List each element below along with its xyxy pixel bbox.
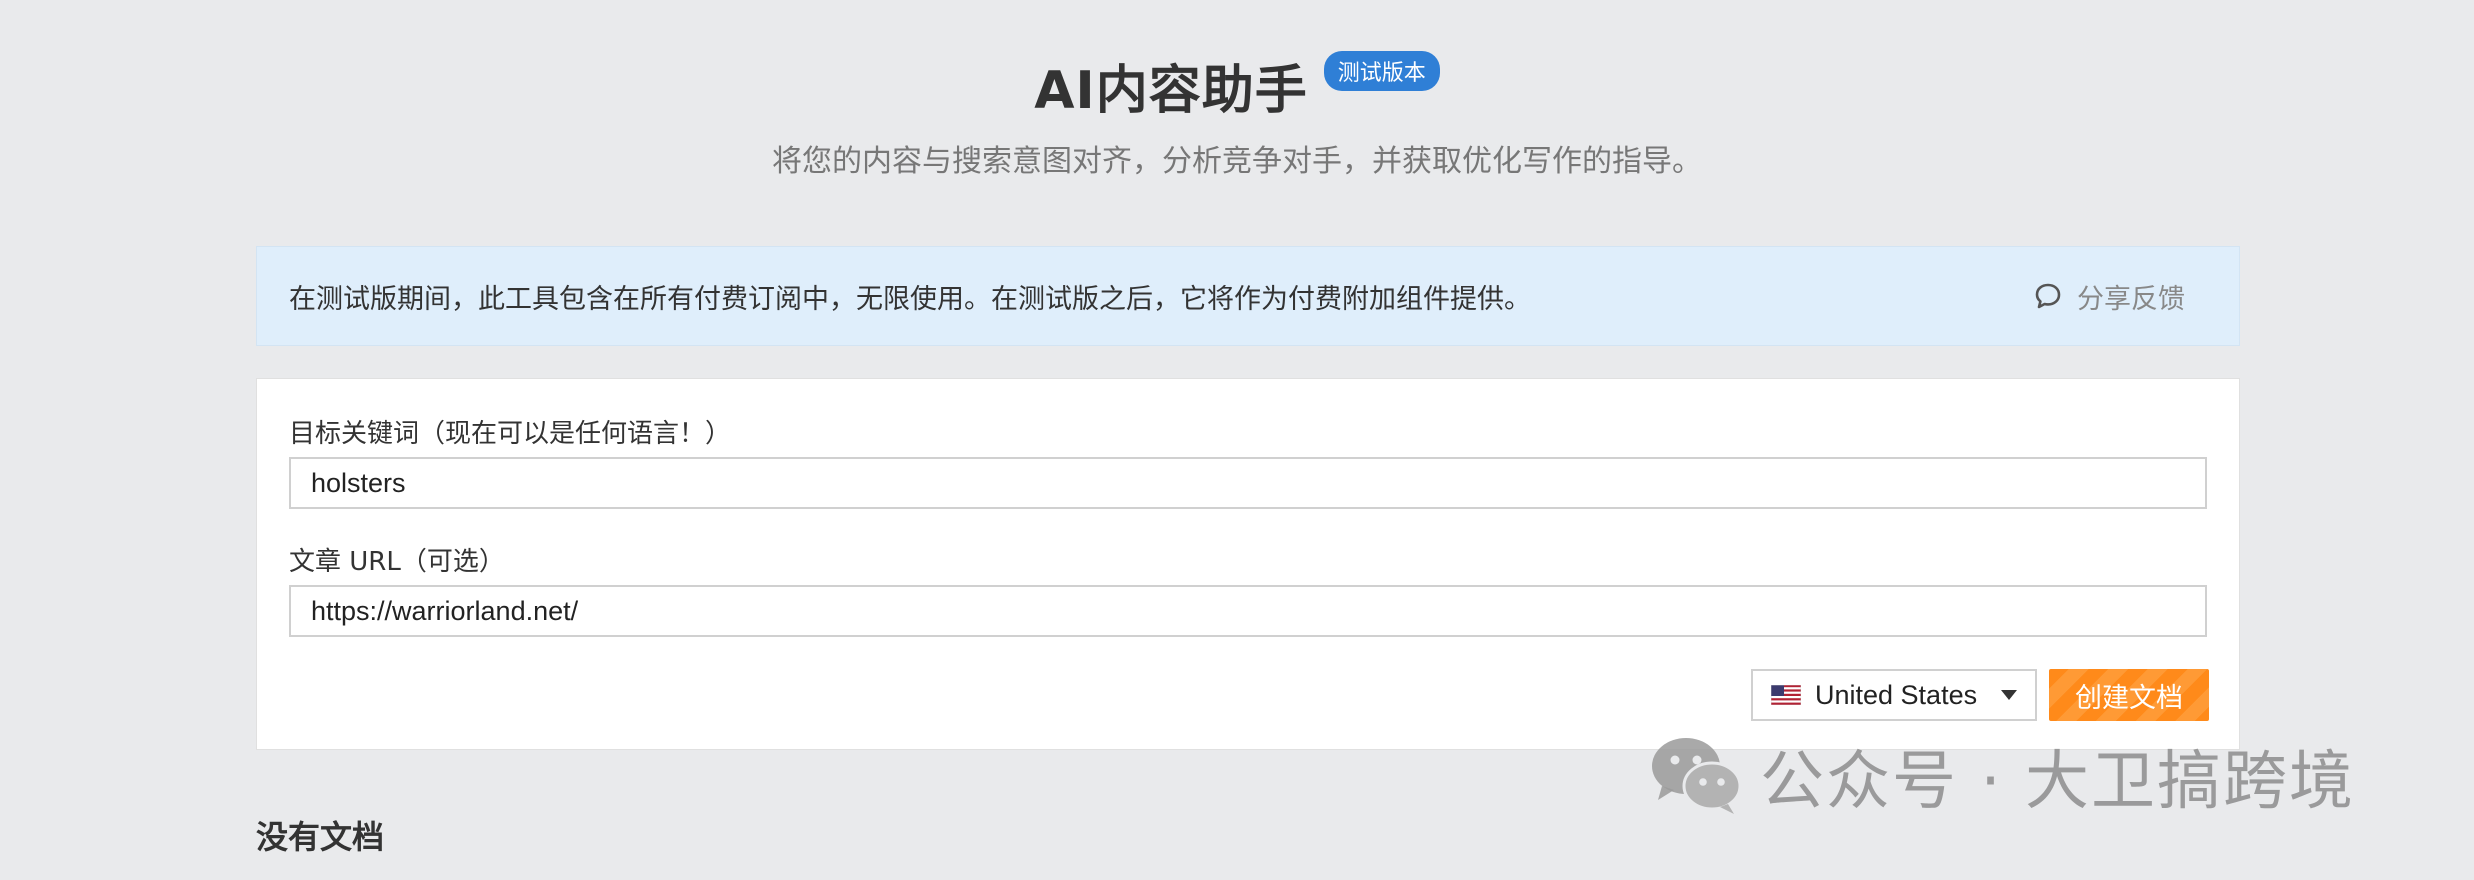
wechat-icon [1648, 732, 1744, 820]
document-form-card: 目标关键词（现在可以是任何语言！） holsters 文章 URL（可选） ht… [256, 378, 2240, 750]
no-documents-heading: 没有文档 [256, 818, 385, 856]
country-select-value: United States [1815, 679, 1978, 710]
info-banner: 在测试版期间，此工具包含在所有付费订阅中，无限使用。在测试版之后，它将作为付费附… [256, 246, 2240, 346]
banner-text: 在测试版期间，此工具包含在所有付费订阅中，无限使用。在测试版之后，它将作为付费附… [289, 283, 1531, 315]
title-row: AI内容助手 测试版本 [0, 40, 2474, 130]
page-title: AI内容助手 [1034, 60, 1308, 121]
url-input-value: https://warriorland.net/ [311, 595, 579, 626]
feedback-label: 分享反馈 [2077, 283, 2185, 315]
caret-down-icon [2001, 690, 2017, 700]
keyword-input[interactable]: holsters [289, 457, 2207, 509]
country-select[interactable]: United States [1751, 669, 2037, 721]
share-feedback-link[interactable]: 分享反馈 [2033, 277, 2185, 316]
chat-bubble-icon [2033, 281, 2063, 311]
watermark: 公众号 · 大卫搞跨境 [1648, 730, 2355, 822]
url-input[interactable]: https://warriorland.net/ [289, 585, 2207, 637]
keyword-label: 目标关键词（现在可以是任何语言！） [289, 419, 732, 449]
watermark-text: 公众号 · 大卫搞跨境 [1760, 745, 2356, 819]
us-flag-icon [1771, 685, 1801, 705]
keyword-input-value: holsters [311, 467, 406, 498]
create-document-button[interactable]: 创建文档 [2049, 669, 2209, 721]
beta-badge: 测试版本 [1323, 51, 1440, 91]
page-subtitle: 将您的内容与搜索意图对齐，分析竞争对手，并获取优化写作的指导。 [772, 144, 1702, 179]
page-header: AI内容助手 测试版本 将您的内容与搜索意图对齐，分析竞争对手，并获取优化写作的… [0, 40, 2474, 180]
url-label: 文章 URL（可选） [289, 547, 505, 577]
